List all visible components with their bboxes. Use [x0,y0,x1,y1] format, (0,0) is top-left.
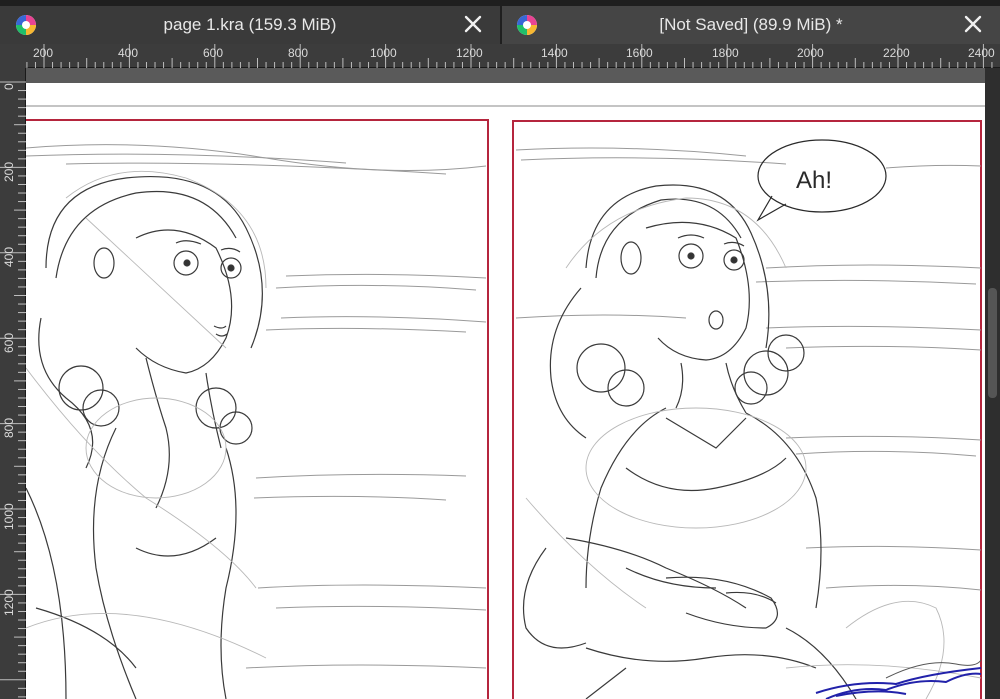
canvas-viewport[interactable]: Ah! [26,68,985,699]
ruler-label: 1600 [626,46,653,60]
scrollbar-thumb[interactable] [988,288,997,398]
horizontal-ruler[interactable]: 200 400 600 800 1000 1200 1400 1600 1800… [26,44,1000,68]
ruler-ticks [26,44,993,68]
ruler-corner [0,44,26,68]
ruler-label: 1400 [541,46,568,60]
ruler-label: 2000 [797,46,824,60]
ruler-label: 0 [2,83,16,90]
close-tab-icon[interactable] [960,11,986,37]
ruler-label: 200 [2,161,16,182]
ruler-label: 2400 [968,46,995,60]
ruler-label: 1200 [2,589,16,616]
ruler-label: 2200 [883,46,910,60]
ruler-label: 1800 [712,46,739,60]
ruler-label: 600 [2,332,16,353]
tab-title: [Not Saved] (89.9 MiB) * [659,15,843,34]
vertical-scrollbar[interactable] [985,68,1000,699]
ruler-label: 1200 [456,46,483,60]
ruler-label: 600 [203,46,224,60]
ruler-label: 800 [2,417,16,438]
ruler-label: 1000 [370,46,397,60]
vertical-ruler[interactable]: 0 200 400 600 800 1000 1200 [0,68,26,699]
ruler-label: 1000 [2,503,16,530]
close-tab-icon[interactable] [460,11,486,37]
document-tab-bar: page 1.kra (159.3 MiB) [Not Saved] (89.9… [0,0,1000,44]
ruler-label: 800 [288,46,309,60]
speech-bubble-text: Ah! [796,167,832,194]
ruler-label: 200 [33,46,54,60]
ruler-label: 400 [2,246,16,267]
sketch-canvas[interactable]: Ah! [26,68,985,699]
tab-page-1[interactable]: page 1.kra (159.3 MiB) [0,6,500,44]
tab-not-saved[interactable]: [Not Saved] (89.9 MiB) * [502,6,1000,44]
canvas-page [26,83,985,699]
ruler-label: 400 [118,46,139,60]
tab-title: page 1.kra (159.3 MiB) [163,15,337,34]
